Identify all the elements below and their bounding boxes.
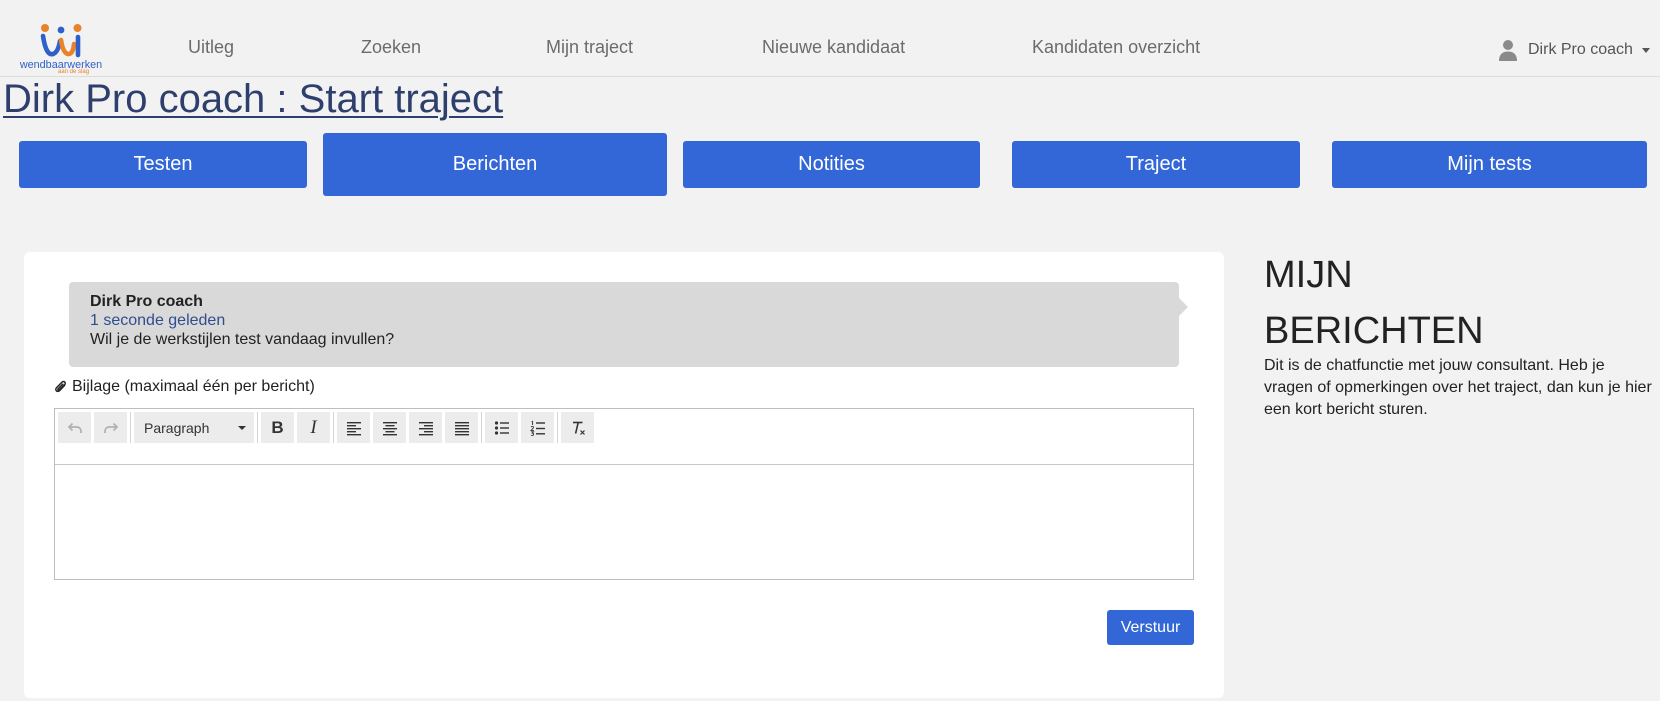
caret-down-icon: [238, 425, 246, 430]
user-menu[interactable]: Dirk Pro coach: [1499, 38, 1650, 62]
nav-item-kandidaten-overzicht[interactable]: Kandidaten overzicht: [1032, 36, 1200, 58]
nav-item-uitleg[interactable]: Uitleg: [188, 36, 234, 58]
tab-berichten[interactable]: Berichten: [323, 133, 667, 196]
message-text: Wil je de werkstijlen test vandaag invul…: [90, 331, 395, 348]
page-title[interactable]: Dirk Pro coach : Start traject: [3, 76, 503, 122]
redo-icon: [103, 422, 118, 433]
bullet-list-button[interactable]: [485, 412, 518, 443]
align-right-button[interactable]: [409, 412, 442, 443]
send-button[interactable]: Verstuur: [1107, 610, 1194, 645]
message-timestamp: 1 seconde geleden: [90, 312, 226, 329]
logo-tagline: aan de slag: [58, 69, 90, 75]
nav-item-mijn-traject[interactable]: Mijn traject: [546, 36, 633, 58]
italic-icon: I: [310, 416, 317, 438]
tab-traject[interactable]: Traject: [1012, 141, 1300, 188]
align-left-icon: [346, 421, 361, 435]
sidebar-description: Dit is de chatfunctie met jouw consultan…: [1264, 357, 1652, 418]
messages-card: Dirk Pro coach 1 seconde geleden Wil je …: [24, 252, 1224, 698]
tab-testen[interactable]: Testen: [19, 141, 307, 188]
tab-mijn-tests[interactable]: Mijn tests: [1332, 141, 1647, 188]
caret-down-icon: [1641, 47, 1650, 53]
redo-button[interactable]: [94, 412, 127, 443]
numbered-list-icon: [529, 420, 545, 436]
attachment-button[interactable]: Bijlage (maximaal één per bericht): [54, 376, 315, 398]
message-bubble: Dirk Pro coach 1 seconde geleden Wil je …: [69, 282, 1188, 367]
attachment-label: Bijlage (maximaal één per bericht): [72, 378, 315, 395]
toolbar-divider: [333, 412, 334, 443]
align-center-button[interactable]: [373, 412, 406, 443]
align-right-icon: [418, 421, 433, 435]
clear-formatting-button[interactable]: [561, 412, 594, 443]
align-left-button[interactable]: [337, 412, 370, 443]
message-input[interactable]: [55, 465, 1193, 579]
user-name: Dirk Pro coach: [1528, 41, 1633, 58]
undo-icon: [67, 422, 82, 433]
block-format-select[interactable]: Paragraph: [134, 412, 254, 443]
bold-icon: B: [271, 417, 284, 437]
bold-button[interactable]: B: [261, 412, 294, 443]
nav-item-zoeken[interactable]: Zoeken: [361, 36, 421, 58]
message-author: Dirk Pro coach: [90, 293, 203, 310]
align-justify-button[interactable]: [445, 412, 478, 443]
toolbar-divider: [257, 412, 258, 443]
user-icon: [1499, 40, 1517, 61]
toolbar-divider: [557, 412, 558, 443]
toolbar-divider: [130, 412, 131, 443]
numbered-list-button[interactable]: [521, 412, 554, 443]
brand-logo[interactable]: wendbaarwerken aan de slag: [18, 22, 104, 78]
block-format-value: Paragraph: [144, 419, 210, 436]
nav-item-nieuwe-kandidaat[interactable]: Nieuwe kandidaat: [762, 36, 905, 58]
wendbaarwerken-logo-icon: [40, 24, 82, 58]
top-header: wendbaarwerken aan de slag Uitleg Zoeken…: [0, 0, 1660, 77]
italic-button[interactable]: I: [297, 412, 330, 443]
editor-toolbar: Paragraph B I: [55, 409, 1193, 465]
message-editor: Paragraph B I: [54, 408, 1194, 580]
paperclip-icon: [55, 380, 66, 393]
tab-notities[interactable]: Notities: [683, 141, 980, 188]
sidebar-heading: MIJN BERICHTEN: [1264, 254, 1484, 352]
clear-formatting-icon: [572, 421, 585, 435]
toolbar-divider: [481, 412, 482, 443]
align-justify-icon: [454, 421, 469, 435]
bullet-list-icon: [494, 420, 509, 435]
align-center-icon: [382, 421, 397, 435]
undo-button[interactable]: [58, 412, 91, 443]
